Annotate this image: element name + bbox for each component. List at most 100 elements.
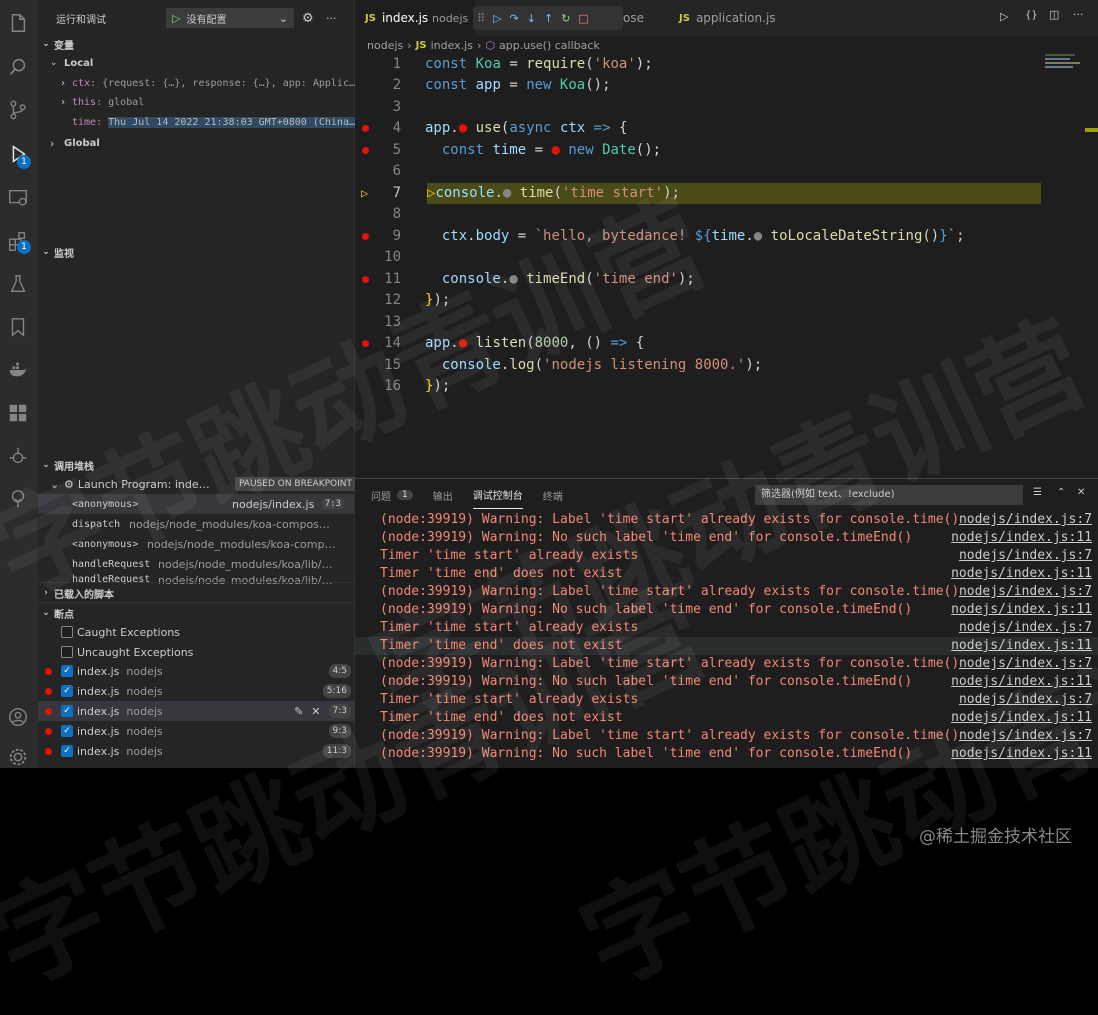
stack-frame[interactable]: handleRequest nodejs/node_modules/koa/lib… (38, 554, 354, 574)
breadcrumb-file[interactable]: index.js (431, 39, 473, 52)
checkbox[interactable] (61, 626, 73, 638)
explorer-icon[interactable] (5, 10, 31, 36)
breadcrumb-folder[interactable]: nodejs (367, 39, 403, 52)
source-location-link[interactable]: nodejs/index.js:11 (951, 601, 1092, 619)
launch-config-select[interactable]: ▷ 没有配置 ⌄ (166, 8, 294, 28)
checkbox[interactable] (61, 646, 73, 658)
checkbox-checked-icon[interactable]: ✓ (61, 705, 73, 717)
split-editor-icon[interactable]: ◫ (1049, 8, 1059, 21)
step-into-icon[interactable]: ↓ (527, 12, 536, 25)
account-icon[interactable] (5, 704, 31, 730)
close-icon[interactable]: ✕ (1077, 487, 1085, 498)
tab-output[interactable]: 输出 (433, 488, 453, 503)
breakpoint-item[interactable]: ✓ index.js nodejs 4:5 (38, 661, 361, 681)
variable-this[interactable]: › this: global (38, 92, 376, 112)
clear-console-icon[interactable]: ☰ (1033, 487, 1042, 498)
tab-index-js[interactable]: JS index.js nodejs (355, 0, 475, 36)
breakpoint-item[interactable]: ✓ index.js nodejs 5:16 (38, 681, 361, 701)
more-icon[interactable]: ··· (326, 12, 337, 25)
breakpoint-item[interactable]: ✓ index.js nodejs ✎ ✕ 7:3 (38, 701, 361, 721)
docker-icon[interactable] (5, 357, 31, 383)
search-icon[interactable] (5, 54, 31, 80)
code-line: 5 const time = ● new Date(); (355, 140, 1041, 161)
console-line: (node:39919) Warning: No such label 'tim… (355, 673, 1098, 691)
console-filter-input[interactable]: 筛选器(例如 text、!exclude) (755, 485, 1023, 505)
loaded-scripts-section-header[interactable]: › 已载入的脚本 (38, 582, 354, 603)
code-editor[interactable]: 1 const Koa = require('koa'); 2 const app … (355, 54, 1098, 478)
chevron-right-icon: › (407, 38, 412, 52)
variable-time[interactable]: time: Thu Jul 14 2022 21:38:03 GMT+0800 … (38, 112, 388, 132)
source-location-link[interactable]: nodejs/index.js:11 (951, 673, 1092, 691)
checkbox-checked-icon[interactable]: ✓ (61, 725, 73, 737)
tab-hidden[interactable]: ose (623, 0, 673, 36)
stop-icon[interactable]: □ (578, 12, 588, 25)
step-out-icon[interactable]: ↑ (544, 12, 553, 25)
variable-ctx[interactable]: › ctx: {request: {…}, response: {…}, app:… (38, 73, 376, 93)
breadcrumb-symbol[interactable]: app.use() callback (499, 39, 600, 52)
console-line: (node:39919) Warning: Label 'time start'… (355, 727, 1098, 745)
tab-application-js[interactable]: JS application.js (669, 0, 819, 36)
tab-terminal[interactable]: 终端 (543, 488, 563, 503)
source-location-link[interactable]: nodejs/index.js:7 (959, 691, 1092, 709)
breakpoint-dot-icon (45, 707, 52, 715)
debug-view-title: 运行和调试 (56, 14, 106, 26)
minimap[interactable] (1045, 54, 1095, 84)
breakpoint-item[interactable]: ✓ index.js nodejs 11:3 (38, 741, 361, 761)
code-line: 14 app.● listen(8000, () => { (355, 333, 1041, 354)
grid-icon[interactable] (5, 400, 31, 426)
checkbox-checked-icon[interactable]: ✓ (61, 665, 73, 677)
close-icon[interactable]: ✕ (311, 705, 320, 718)
gear-icon[interactable]: ⚙ (302, 11, 314, 26)
remote-explorer-icon[interactable] (5, 185, 31, 211)
tab-problems[interactable]: 问题 1 (371, 488, 413, 503)
stack-frame[interactable]: <anonymous> nodejs/node_modules/koa-comp… (38, 534, 354, 554)
step-over-icon[interactable]: ↷ (510, 12, 519, 25)
uncaught-exceptions-option[interactable]: Uncaught Exceptions (38, 642, 377, 662)
global-scope[interactable]: › Global (38, 133, 366, 153)
breakpoint-item[interactable]: ✓ index.js nodejs 9:3 (38, 721, 361, 741)
source-location-link[interactable]: nodejs/index.js:7 (959, 547, 1092, 565)
braces-icon[interactable]: {} (1025, 10, 1038, 21)
source-location-link[interactable]: nodejs/index.js:11 (951, 565, 1092, 583)
maximize-panel-icon[interactable]: ⌃ (1057, 487, 1065, 498)
start-debug-icon[interactable]: ▷ (172, 12, 180, 25)
tree-icon[interactable] (5, 486, 31, 512)
source-location-link[interactable]: nodejs/index.js:11 (951, 529, 1092, 547)
drag-handle-icon[interactable]: ⠿ (477, 12, 485, 25)
source-location-link[interactable]: nodejs/index.js:7 (959, 583, 1092, 601)
run-file-icon[interactable]: ▷ (1000, 10, 1008, 23)
source-location-link[interactable]: nodejs/index.js:7 (959, 511, 1092, 529)
settings-gear-icon[interactable] (5, 744, 31, 768)
checkbox-checked-icon[interactable]: ✓ (61, 685, 73, 697)
source-location-link[interactable]: nodejs/index.js:7 (959, 619, 1092, 637)
source-location-link[interactable]: nodejs/index.js:11 (951, 709, 1092, 727)
caught-exceptions-option[interactable]: Caught Exceptions (38, 622, 377, 642)
watch-section-header[interactable]: ⌄ 监视 (38, 242, 354, 262)
code-line: 3 (392, 99, 401, 115)
local-scope[interactable]: ⌄ Local (38, 53, 366, 73)
callstack-program[interactable]: ⌄ ⚙ Launch Program: inde… PAUSED ON BREAKPO… (38, 474, 366, 494)
more-icon[interactable]: ··· (1073, 8, 1084, 21)
continue-icon[interactable]: ▷ (493, 12, 501, 25)
source-control-icon[interactable] (5, 97, 31, 123)
restart-icon[interactable]: ↻ (561, 12, 570, 25)
checkbox-checked-icon[interactable]: ✓ (61, 745, 73, 757)
console-message: Timer 'time end' does not exist (380, 638, 623, 653)
breakpoints-section-header[interactable]: ⌄ 断点 (38, 602, 354, 623)
source-credit: @稀土掘金技术社区 (919, 827, 1072, 847)
variables-section-header[interactable]: ⌄ 变量 (38, 34, 354, 54)
stack-frame[interactable]: <anonymous> nodejs/index.js 7:3 (38, 494, 354, 514)
tab-debug-console[interactable]: 调试控制台 (472, 487, 523, 509)
edit-icon[interactable]: ✎ (294, 705, 303, 718)
callstack-section-header[interactable]: ⌄ 调用堆栈 (38, 455, 354, 475)
bookmark-icon[interactable] (5, 314, 31, 340)
git-graph-icon[interactable] (5, 443, 31, 469)
code-line: 9 ctx.body = `hello, bytedance! ${time.●… (355, 226, 1041, 247)
source-location-link[interactable]: nodejs/index.js:7 (959, 727, 1092, 745)
testing-icon[interactable] (5, 271, 31, 297)
source-location-link[interactable]: nodejs/index.js:11 (951, 637, 1092, 655)
source-location-link[interactable]: nodejs/index.js:7 (959, 655, 1092, 673)
source-location-link[interactable]: nodejs/index.js:11 (951, 745, 1092, 763)
code-line: 8 (392, 206, 401, 222)
stack-frame[interactable]: dispatch nodejs/node_modules/koa-compos… (38, 514, 354, 534)
